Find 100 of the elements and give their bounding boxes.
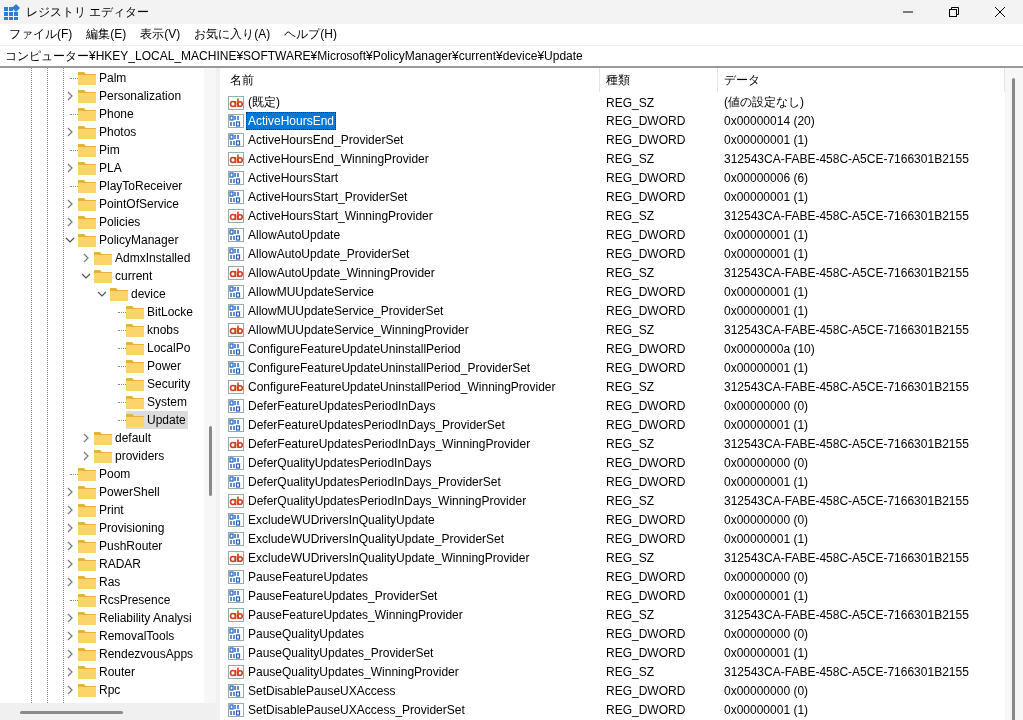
column-header[interactable]: 種類 xyxy=(600,68,718,92)
tree-item[interactable]: RemovalTools xyxy=(78,627,177,645)
menu-item[interactable]: 編集(E) xyxy=(79,24,134,45)
value-name[interactable]: ActiveHoursEnd xyxy=(246,111,337,130)
tree-item[interactable]: Policies xyxy=(78,213,143,231)
chevron-down-icon[interactable] xyxy=(65,235,75,245)
value-name[interactable]: ConfigureFeatureUpdateUninstallPeriod_ProviderSet xyxy=(246,358,533,377)
tree-item[interactable]: System xyxy=(126,393,189,411)
tree-item[interactable]: default xyxy=(94,429,154,447)
value-name[interactable]: PauseFeatureUpdates_ProviderSet xyxy=(246,586,440,605)
tree-item[interactable]: PushRouter xyxy=(78,537,165,555)
value-name[interactable]: AllowAutoUpdate xyxy=(246,225,343,244)
tree-item[interactable]: RADAR xyxy=(78,555,143,573)
value-name[interactable]: PauseQualityUpdates_WinningProvider xyxy=(246,662,461,681)
column-header[interactable]: 名前 xyxy=(224,68,600,92)
tree-item[interactable]: AdmxInstalled xyxy=(94,249,193,267)
value-name[interactable]: AllowMUUpdateService xyxy=(246,282,377,301)
tree-item[interactable]: Update xyxy=(126,411,188,429)
chevron-right-icon[interactable] xyxy=(81,433,91,443)
horizontal-scrollbar[interactable] xyxy=(0,703,216,720)
tree-item[interactable]: LocalPo xyxy=(126,339,193,357)
value-name[interactable]: ExcludeWUDriversInQualityUpdate_ProviderSet xyxy=(246,529,507,548)
tree-item[interactable]: Pim xyxy=(78,141,122,159)
chevron-right-icon[interactable] xyxy=(65,577,75,587)
value-name[interactable]: ActiveHoursEnd_WinningProvider xyxy=(246,149,431,168)
tree-item[interactable]: PlayToReceiver xyxy=(78,177,185,195)
chevron-down-icon[interactable] xyxy=(81,271,91,281)
scrollbar[interactable] xyxy=(204,68,216,703)
value-name[interactable]: AllowMUUpdateService_WinningProvider xyxy=(246,320,471,339)
value-name[interactable]: ActiveHoursStart_WinningProvider xyxy=(246,206,435,225)
chevron-right-icon[interactable] xyxy=(65,559,75,569)
value-name[interactable]: ConfigureFeatureUpdateUninstallPeriod_WinningProvider xyxy=(246,377,558,396)
chevron-right-icon[interactable] xyxy=(65,163,75,173)
tree-item[interactable]: RcsPresence xyxy=(78,591,173,609)
value-name[interactable]: ActiveHoursEnd_ProviderSet xyxy=(246,130,406,149)
value-name[interactable]: SetDisablePauseUXAccess xyxy=(246,681,398,700)
tree-item[interactable]: Security xyxy=(126,375,193,393)
value-name[interactable]: PauseFeatureUpdates_WinningProvider xyxy=(246,605,465,624)
value-name[interactable]: DeferQualityUpdatesPeriodInDays xyxy=(246,453,434,472)
tree-item[interactable]: PointOfService xyxy=(78,195,182,213)
tree-item[interactable]: BitLocke xyxy=(126,303,196,321)
tree-item[interactable]: RendezvousApps xyxy=(78,645,196,663)
value-name[interactable]: DeferQualityUpdatesPeriodInDays_ProviderSet xyxy=(246,472,503,491)
chevron-right-icon[interactable] xyxy=(65,199,75,209)
tree-item[interactable]: Ras xyxy=(78,573,123,591)
value-name[interactable]: PauseQualityUpdates_ProviderSet xyxy=(246,643,436,662)
menu-item[interactable]: お気に入り(A) xyxy=(187,24,278,45)
chevron-right-icon[interactable] xyxy=(65,505,75,515)
value-name[interactable]: ConfigureFeatureUpdateUninstallPeriod xyxy=(246,339,463,358)
value-name[interactable]: AllowAutoUpdate_ProviderSet xyxy=(246,244,412,263)
tree-item[interactable]: PolicyManager xyxy=(78,231,181,249)
tree-item[interactable]: device xyxy=(110,285,168,303)
value-name[interactable]: AllowMUUpdateService_ProviderSet xyxy=(246,301,446,320)
tree-item[interactable]: Router xyxy=(78,663,138,681)
tree-item[interactable]: Phone xyxy=(78,105,136,123)
value-name[interactable]: ExcludeWUDriversInQualityUpdate xyxy=(246,510,437,529)
value-name[interactable]: PauseQualityUpdates xyxy=(246,624,367,643)
value-name[interactable]: ActiveHoursStart xyxy=(246,168,341,187)
value-name[interactable]: ActiveHoursStart_ProviderSet xyxy=(246,187,410,206)
tree-item[interactable]: knobs xyxy=(126,321,182,339)
chevron-right-icon[interactable] xyxy=(65,487,75,497)
tree-item[interactable]: PowerShell xyxy=(78,483,162,501)
tree-item[interactable]: Reliability Analysi xyxy=(78,609,194,627)
value-name[interactable]: PauseFeatureUpdates xyxy=(246,567,371,586)
scrollbar[interactable] xyxy=(1005,68,1023,720)
address-bar[interactable]: コンピューター¥HKEY_LOCAL_MACHINE¥SOFTWARE¥Microsoft¥PolicyManager¥current¥device¥Update xyxy=(0,45,1023,68)
chevron-right-icon[interactable] xyxy=(65,127,75,137)
tree-item[interactable]: Palm xyxy=(78,69,129,87)
tree-item[interactable]: Poom xyxy=(78,465,133,483)
tree-item[interactable]: Personalization xyxy=(78,87,184,105)
value-name[interactable]: AllowAutoUpdate_WinningProvider xyxy=(246,263,437,282)
value-name[interactable]: (既定) xyxy=(246,92,282,113)
chevron-down-icon[interactable] xyxy=(97,289,107,299)
chevron-right-icon[interactable] xyxy=(65,685,75,695)
chevron-right-icon[interactable] xyxy=(65,541,75,551)
value-name[interactable]: DeferFeatureUpdatesPeriodInDays xyxy=(246,396,438,415)
chevron-right-icon[interactable] xyxy=(81,253,91,263)
chevron-right-icon[interactable] xyxy=(65,631,75,641)
chevron-right-icon[interactable] xyxy=(65,523,75,533)
menu-item[interactable]: 表示(V) xyxy=(133,24,188,45)
chevron-right-icon[interactable] xyxy=(65,649,75,659)
tree-item[interactable]: PLA xyxy=(78,159,124,177)
chevron-right-icon[interactable] xyxy=(65,667,75,677)
tree-item[interactable]: Print xyxy=(78,501,126,519)
value-name[interactable]: DeferFeatureUpdatesPeriodInDays_ProviderSet xyxy=(246,415,507,434)
menu-item[interactable]: ファイル(F) xyxy=(2,24,80,45)
menu-item[interactable]: ヘルプ(H) xyxy=(277,24,344,45)
tree-item[interactable]: Photos xyxy=(78,123,139,141)
tree-item[interactable]: current xyxy=(94,267,155,285)
value-name[interactable]: DeferQualityUpdatesPeriodInDays_WinningProvider xyxy=(246,491,529,510)
chevron-right-icon[interactable] xyxy=(81,451,91,461)
value-name[interactable]: DeferFeatureUpdatesPeriodInDays_WinningProvider xyxy=(246,434,533,453)
tree-item[interactable]: Rpc xyxy=(78,681,123,699)
chevron-right-icon[interactable] xyxy=(65,91,75,101)
tree-item[interactable]: Provisioning xyxy=(78,519,167,537)
chevron-right-icon[interactable] xyxy=(65,217,75,227)
tree-item[interactable]: Power xyxy=(126,357,183,375)
value-name[interactable]: ExcludeWUDriversInQualityUpdate_WinningProvider xyxy=(246,548,532,567)
value-name[interactable]: SetDisablePauseUXAccess_ProviderSet xyxy=(246,700,467,719)
tree-item[interactable]: providers xyxy=(94,447,167,465)
